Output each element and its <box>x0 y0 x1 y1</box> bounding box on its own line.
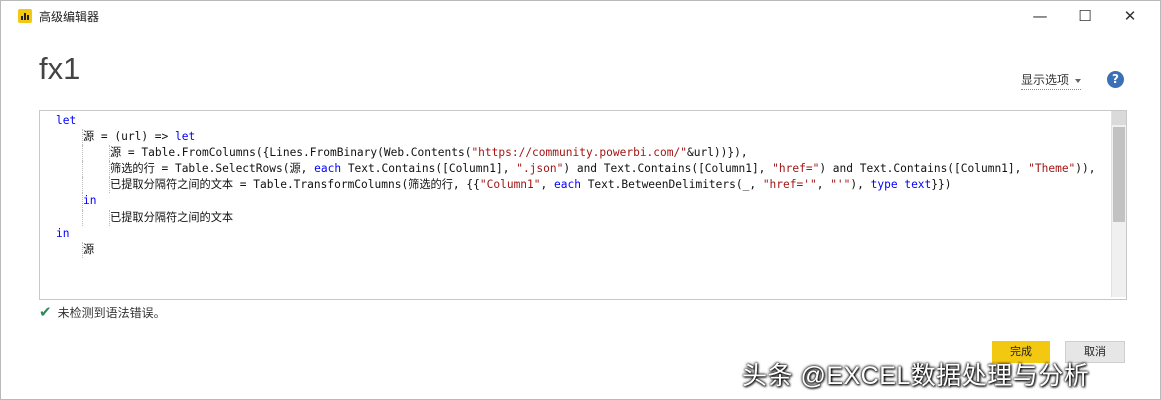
code-line[interactable]: in <box>56 193 1096 210</box>
code-content[interactable]: let 源 = (url) => let 源 = Table.FromColumns… <box>56 113 1096 258</box>
indent-guide <box>82 129 83 146</box>
code-token: each <box>314 162 342 176</box>
code-token: 源 = (url) => <box>83 130 176 144</box>
status-message: 未检测到语法错误。 <box>57 306 166 320</box>
indent-guide <box>109 177 110 194</box>
indent-guide <box>82 161 83 178</box>
code-token: ) and Text.Contains([Column1], <box>563 162 773 176</box>
code-token: 已提取分隔符之间的文本 <box>110 210 234 224</box>
display-options-dropdown[interactable]: 显示选项 <box>1021 71 1082 90</box>
code-token: 源 <box>83 242 95 256</box>
vertical-scrollbar[interactable] <box>1111 111 1126 297</box>
code-token: let <box>56 114 77 127</box>
indent-guide <box>82 209 83 226</box>
code-token: , <box>540 178 554 192</box>
code-token: 筛选的行 = Table.SelectRows(源, <box>110 162 315 176</box>
code-token: in <box>83 194 97 208</box>
title-bar: 高级编辑器 — ☐ ✕ <box>1 1 1160 31</box>
code-line[interactable]: 源 = Table.FromColumns({Lines.FromBinary(… <box>56 145 1096 162</box>
code-line[interactable]: 源 = (url) => let <box>56 129 1096 146</box>
code-line[interactable]: 已提取分隔符之间的文本 <box>56 209 1096 226</box>
help-icon[interactable]: ? <box>1107 71 1124 88</box>
code-token: 已提取分隔符之间的文本 = Table.TransformColumns(筛选的… <box>110 178 480 192</box>
code-token: }}) <box>931 178 952 192</box>
code-line[interactable]: 源 <box>56 241 1096 258</box>
code-token: ), <box>850 178 871 192</box>
code-token: "Theme" <box>1028 162 1076 176</box>
code-token: type <box>870 178 898 192</box>
powerbi-app-icon <box>18 9 32 23</box>
code-token: "Column1" <box>479 178 541 192</box>
code-token: 源 = Table.FromColumns({Lines.FromBinary(… <box>110 146 472 160</box>
indent-guide <box>109 145 110 162</box>
code-token: "href=" <box>772 162 820 176</box>
code-line[interactable]: in <box>56 226 1096 242</box>
code-token: "'" <box>830 178 851 192</box>
indent-guide <box>109 209 110 226</box>
code-token: &url))}), <box>686 146 748 160</box>
indent-guide <box>82 241 83 258</box>
minimize-button[interactable]: — <box>1028 5 1052 27</box>
maximize-button[interactable]: ☐ <box>1073 5 1097 27</box>
syntax-status: ✔ 未检测到语法错误。 <box>39 303 166 321</box>
indent-guide <box>82 177 83 194</box>
code-token: Text.Contains([Column1], <box>341 162 517 176</box>
chevron-down-icon <box>1075 78 1082 83</box>
indent-guide <box>82 193 83 210</box>
display-options-label: 显示选项 <box>1021 73 1070 87</box>
indent-guide <box>109 161 110 178</box>
code-token: let <box>175 130 196 144</box>
code-line[interactable]: 筛选的行 = Table.SelectRows(源, each Text.Con… <box>56 161 1096 178</box>
query-name-title: fx1 <box>39 51 81 86</box>
code-token: Text.BetweenDelimiters(_, <box>580 178 763 192</box>
close-button[interactable]: ✕ <box>1118 5 1142 27</box>
code-token: each <box>554 178 581 192</box>
code-token: ".json" <box>516 162 564 176</box>
code-token: text <box>904 178 932 192</box>
scrollbar-thumb[interactable] <box>1113 127 1125 222</box>
code-token: in <box>56 226 70 240</box>
code-line[interactable]: 已提取分隔符之间的文本 = Table.TransformColumns(筛选的… <box>56 177 1096 194</box>
watermark: 头条 @EXCEL数据处理与分析 <box>742 362 1090 390</box>
code-editor[interactable]: let 源 = (url) => let 源 = Table.FromColumns… <box>39 110 1127 300</box>
code-token: "https://community.powerbi.com/" <box>471 146 687 160</box>
indent-guide <box>82 145 83 162</box>
code-token: , <box>816 178 831 192</box>
code-line[interactable]: let <box>56 113 1096 129</box>
advanced-editor-window: 高级编辑器 — ☐ ✕ fx1 显示选项 ? let 源 = (url) => l… <box>0 0 1161 400</box>
checkmark-icon: ✔ <box>39 303 52 321</box>
window-title: 高级编辑器 <box>39 10 100 24</box>
code-token: "href='" <box>762 178 817 192</box>
scroll-up-arrow[interactable] <box>1112 111 1126 125</box>
code-token: )), <box>1075 162 1096 176</box>
code-token: ) and Text.Contains([Column1], <box>819 162 1029 176</box>
